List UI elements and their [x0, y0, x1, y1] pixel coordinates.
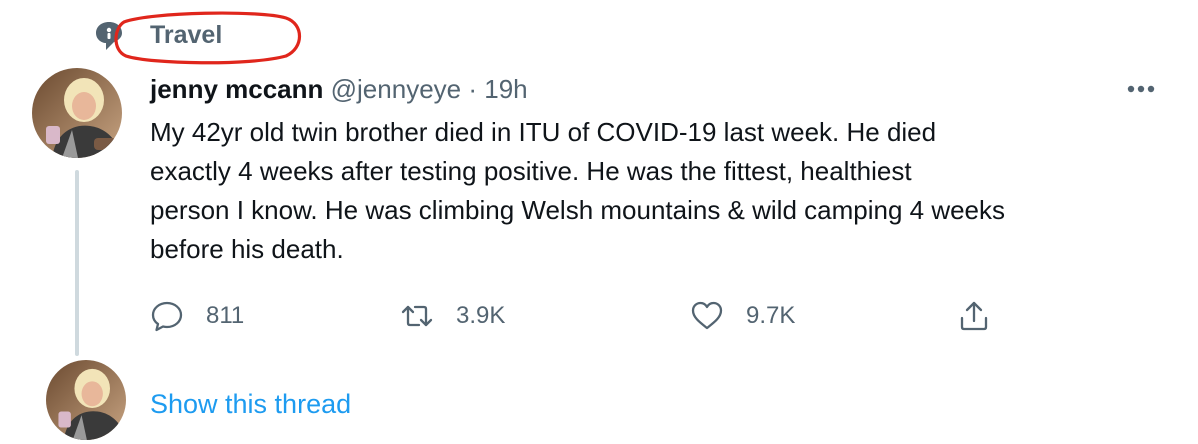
show-thread-link[interactable]: Show this thread — [150, 386, 351, 422]
retweet-button[interactable]: 3.9K — [400, 296, 505, 336]
author-name[interactable]: jenny mccann — [150, 74, 323, 104]
retweet-count: 3.9K — [456, 302, 506, 329]
reply-count: 811 — [206, 302, 245, 329]
heart-icon — [691, 301, 723, 330]
reply-icon — [151, 301, 183, 332]
header-separator: · — [468, 74, 478, 104]
topic-label[interactable]: Travel — [150, 19, 222, 51]
tweet-timestamp[interactable]: 19h — [484, 74, 527, 104]
more-options-icon[interactable] — [1118, 76, 1164, 102]
tweet-header: jenny mccann @jennyeye · 19h — [150, 72, 528, 106]
like-count: 9.7K — [746, 302, 796, 329]
share-icon — [960, 301, 988, 331]
share-button[interactable] — [957, 296, 991, 336]
tweet-text: My 42yr old twin brother died in ITU of … — [150, 117, 1006, 264]
thread-connector-line — [75, 170, 79, 356]
topic-icon — [94, 20, 124, 52]
avatar[interactable] — [32, 68, 122, 158]
reply-button[interactable]: 811 — [150, 296, 244, 336]
like-button[interactable]: 9.7K — [690, 296, 795, 336]
thread-avatar[interactable] — [46, 360, 126, 440]
retweet-icon — [401, 305, 433, 327]
author-handle[interactable]: @jennyeye — [331, 74, 461, 104]
